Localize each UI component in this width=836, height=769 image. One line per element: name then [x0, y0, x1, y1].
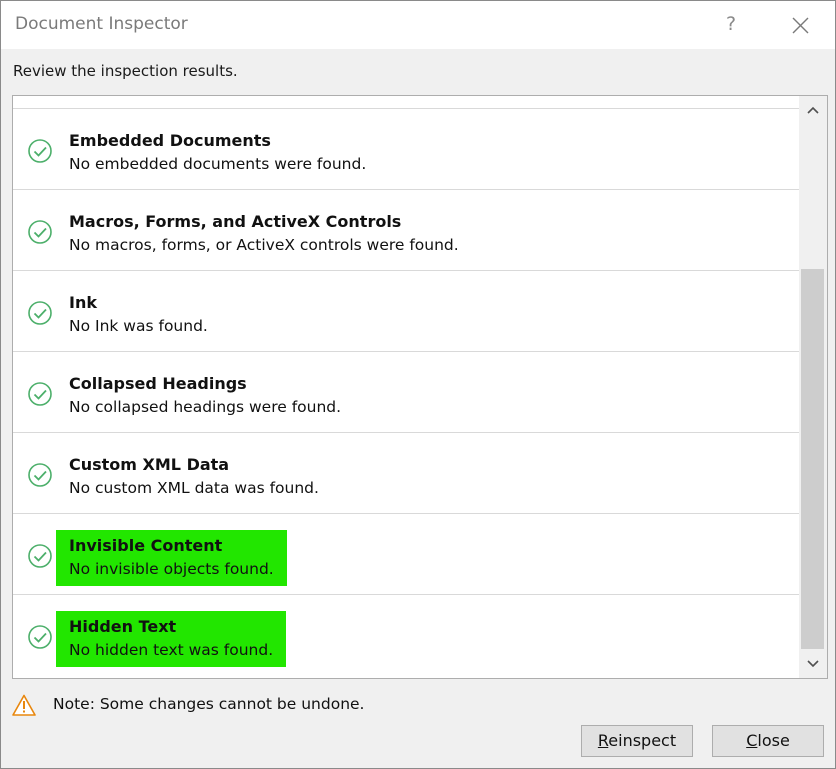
result-text: Custom XML Data No custom XML data was fo…	[56, 449, 332, 505]
reinspect-mnemonic: R	[597, 731, 609, 750]
result-text: Hidden Text No hidden text was found.	[56, 611, 287, 667]
result-description: No Ink was found.	[69, 317, 208, 335]
help-button[interactable]: ?	[717, 9, 745, 39]
result-title: Custom XML Data	[69, 455, 230, 474]
close-icon	[792, 17, 809, 34]
close-label: lose	[757, 731, 790, 750]
check-circle-icon	[28, 382, 52, 406]
close-mnemonic: C	[746, 731, 758, 750]
result-item: Macros, Forms, and ActiveX Controls No ma…	[13, 190, 799, 271]
result-description: No collapsed headings were found.	[69, 398, 342, 416]
result-item: Invisible Content No invisible objects fo…	[13, 514, 799, 595]
window-title: Document Inspector	[15, 14, 188, 34]
result-item: Ink No Ink was found.	[13, 271, 799, 352]
result-title: Embedded Documents	[69, 131, 271, 150]
result-item: Hidden Text No hidden text was found.	[13, 595, 799, 676]
result-text: Collapsed Headings No collapsed headings …	[56, 368, 354, 424]
title-bar: Document Inspector ?	[1, 1, 835, 49]
result-text: Invisible Content No invisible objects fo…	[56, 530, 287, 586]
scroll-down-button[interactable]	[799, 650, 827, 678]
inspection-results-list[interactable]: Embedded Documents No embedded documents …	[12, 95, 828, 679]
vertical-scrollbar[interactable]	[799, 96, 827, 678]
document-inspector-dialog: Document Inspector ? Review the inspecti…	[0, 0, 836, 769]
result-description: No custom XML data was found.	[69, 479, 319, 497]
result-description: No embedded documents were found.	[69, 155, 367, 173]
result-title: Ink	[69, 293, 97, 312]
result-item: Custom XML Data No custom XML data was fo…	[13, 433, 799, 514]
check-circle-icon	[28, 220, 52, 244]
reinspect-button[interactable]: Reinspect	[581, 725, 693, 757]
chevron-down-icon	[807, 660, 819, 668]
scroll-up-button[interactable]	[799, 96, 827, 124]
close-window-button[interactable]	[785, 9, 817, 41]
instructions-text: Review the inspection results.	[13, 62, 238, 80]
result-text: Embedded Documents No embedded documents …	[56, 125, 379, 181]
check-circle-icon	[28, 463, 52, 487]
scroll-thumb[interactable]	[801, 269, 824, 649]
result-item: Collapsed Headings No collapsed headings …	[13, 352, 799, 433]
result-text: Macros, Forms, and ActiveX Controls No ma…	[56, 206, 472, 262]
check-circle-icon	[28, 139, 52, 163]
reinspect-label: einspect	[608, 731, 677, 750]
result-description: No invisible objects found.	[69, 560, 274, 578]
note-text: Note: Some changes cannot be undone.	[53, 695, 365, 713]
result-title: Collapsed Headings	[69, 374, 247, 393]
check-circle-icon	[28, 625, 52, 649]
result-text: Ink No Ink was found.	[56, 287, 221, 343]
check-circle-icon	[28, 301, 52, 325]
result-description: No hidden text was found.	[69, 641, 274, 659]
check-circle-icon	[28, 544, 52, 568]
chevron-up-icon	[807, 106, 819, 114]
result-title: Hidden Text	[69, 617, 177, 636]
warning-triangle-icon	[12, 694, 36, 716]
result-title: Invisible Content	[69, 536, 223, 555]
result-description: No macros, forms, or ActiveX controls we…	[69, 236, 459, 254]
result-item: Embedded Documents No embedded documents …	[13, 109, 799, 190]
result-title: Macros, Forms, and ActiveX Controls	[69, 212, 402, 231]
results-viewport: Embedded Documents No embedded documents …	[13, 96, 799, 678]
close-button[interactable]: Close	[712, 725, 824, 757]
